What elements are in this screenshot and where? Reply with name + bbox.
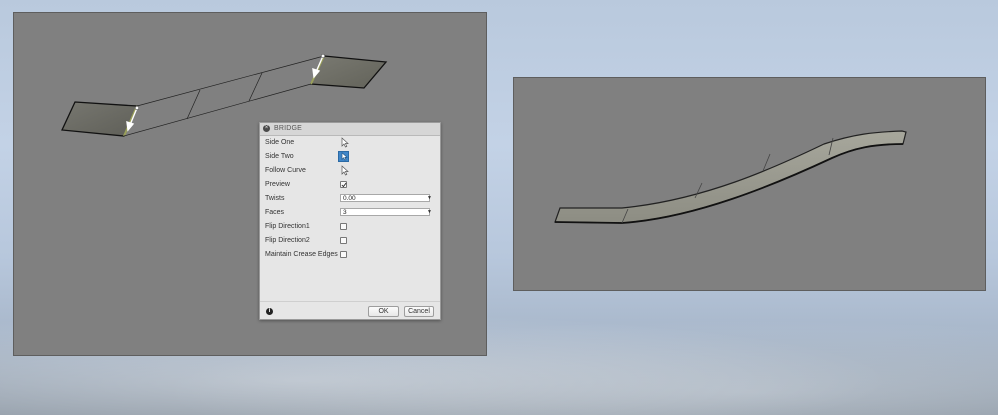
- bridge-dialog: × BRIDGE Side One Side Two Follow Curve …: [259, 122, 441, 320]
- row-maintain-crease-edges: Maintain Crease Edges: [260, 249, 440, 261]
- side-two-selector-button[interactable]: [338, 151, 349, 162]
- row-follow-curve: Follow Curve: [260, 165, 440, 177]
- preview-label: Preview: [265, 181, 290, 188]
- dialog-footer: i OK Cancel: [260, 301, 440, 321]
- side-one-label: Side One: [265, 139, 295, 146]
- cancel-button[interactable]: Cancel: [404, 306, 434, 317]
- row-side-two: Side Two: [260, 151, 440, 163]
- twists-dropdown[interactable]: 0.00: [340, 194, 430, 202]
- chevron-down-icon[interactable]: ▼: [427, 195, 432, 201]
- row-flip-direction1: Flip Direction1: [260, 221, 440, 233]
- row-preview: Preview: [260, 179, 440, 191]
- faces-dropdown[interactable]: 3: [340, 208, 430, 216]
- flip-direction1-label: Flip Direction1: [265, 223, 310, 230]
- checkmark-icon: [341, 182, 347, 188]
- row-side-one: Side One: [260, 137, 440, 149]
- maintain-crease-edges-checkbox[interactable]: [340, 251, 347, 258]
- maintain-crease-edges-label: Maintain Crease Edges: [265, 251, 338, 258]
- flip-direction2-checkbox[interactable]: [340, 237, 347, 244]
- preview-checkbox[interactable]: [340, 181, 347, 188]
- close-icon[interactable]: ×: [263, 125, 270, 132]
- info-icon[interactable]: i: [266, 308, 273, 315]
- ok-button[interactable]: OK: [368, 306, 399, 317]
- dialog-title: BRIDGE: [274, 125, 303, 132]
- row-flip-direction2: Flip Direction2: [260, 235, 440, 247]
- viewport-right[interactable]: [513, 77, 986, 291]
- faces-label: Faces: [265, 209, 285, 216]
- cursor-arrow-icon[interactable]: [340, 137, 350, 148]
- bridge-result-scene: [554, 130, 907, 224]
- follow-curve-label: Follow Curve: [265, 167, 306, 174]
- bridge-surface: [554, 130, 907, 224]
- twists-label: Twists: [265, 195, 285, 202]
- row-faces: Faces 3 ▼: [260, 207, 440, 219]
- cursor-arrow-icon[interactable]: [340, 165, 350, 176]
- side-two-label: Side Two: [265, 153, 294, 160]
- flip-direction2-label: Flip Direction2: [265, 237, 310, 244]
- cursor-arrow-icon: [341, 152, 348, 161]
- chevron-down-icon[interactable]: ▼: [427, 209, 432, 215]
- dialog-header: × BRIDGE: [260, 123, 440, 136]
- flip-direction1-checkbox[interactable]: [340, 223, 347, 230]
- row-twists: Twists 0.00 ▼: [260, 193, 440, 205]
